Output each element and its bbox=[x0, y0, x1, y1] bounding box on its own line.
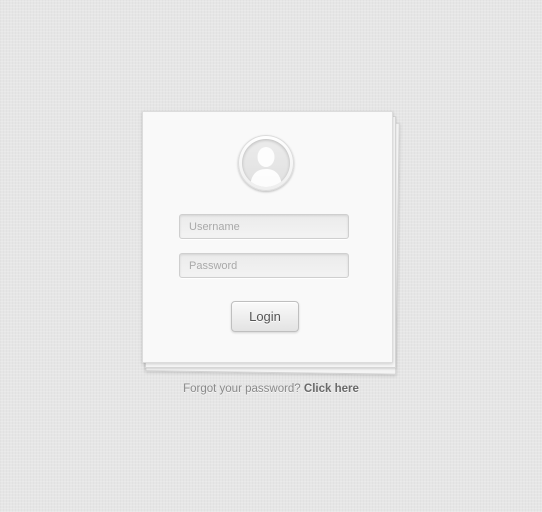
login-button[interactable]: Login bbox=[231, 301, 299, 332]
click-here-link[interactable]: Click here bbox=[304, 383, 359, 395]
user-silhouette-icon bbox=[242, 139, 290, 187]
login-card: Login bbox=[142, 111, 393, 363]
avatar bbox=[238, 135, 294, 191]
username-input[interactable] bbox=[179, 214, 349, 239]
forgot-password-text: Forgot your password? bbox=[183, 383, 301, 395]
password-input[interactable] bbox=[179, 253, 349, 278]
forgot-password-line: Forgot your password? Click here bbox=[0, 383, 542, 395]
